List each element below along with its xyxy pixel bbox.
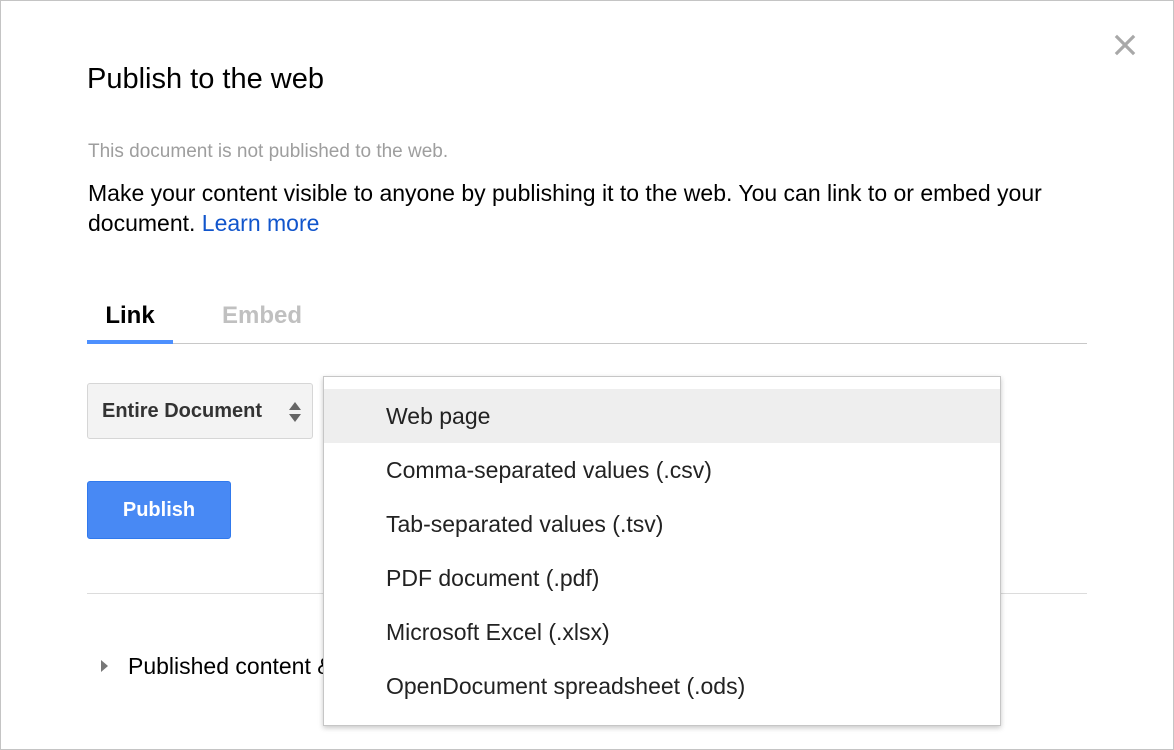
close-button[interactable] xyxy=(1109,29,1141,61)
publish-status-text: This document is not published to the we… xyxy=(88,141,449,162)
publish-tabs: Link Embed xyxy=(87,291,1087,344)
dialog-title: Publish to the web xyxy=(87,63,324,95)
expand-triangle-icon xyxy=(101,660,108,672)
publish-dialog: Publish to the web This document is not … xyxy=(0,0,1174,750)
close-icon xyxy=(1114,34,1136,56)
format-option-ods[interactable]: OpenDocument spreadsheet (.ods) xyxy=(324,659,1000,713)
format-dropdown-menu: Web page Comma-separated values (.csv) T… xyxy=(323,376,1001,726)
format-option-web-page[interactable]: Web page xyxy=(324,389,1000,443)
tab-embed[interactable]: Embed xyxy=(205,291,319,341)
scope-select-value: Entire Document xyxy=(102,399,263,422)
sort-arrows-icon xyxy=(289,402,301,422)
tab-link[interactable]: Link xyxy=(87,291,173,344)
format-option-tsv[interactable]: Tab-separated values (.tsv) xyxy=(324,497,1000,551)
scope-select[interactable]: Entire Document xyxy=(87,383,313,439)
learn-more-link[interactable]: Learn more xyxy=(202,210,320,236)
dialog-description: Make your content visible to anyone by p… xyxy=(88,178,1078,238)
publish-button[interactable]: Publish xyxy=(87,481,231,539)
format-option-csv[interactable]: Comma-separated values (.csv) xyxy=(324,443,1000,497)
format-option-xlsx[interactable]: Microsoft Excel (.xlsx) xyxy=(324,605,1000,659)
format-option-pdf[interactable]: PDF document (.pdf) xyxy=(324,551,1000,605)
